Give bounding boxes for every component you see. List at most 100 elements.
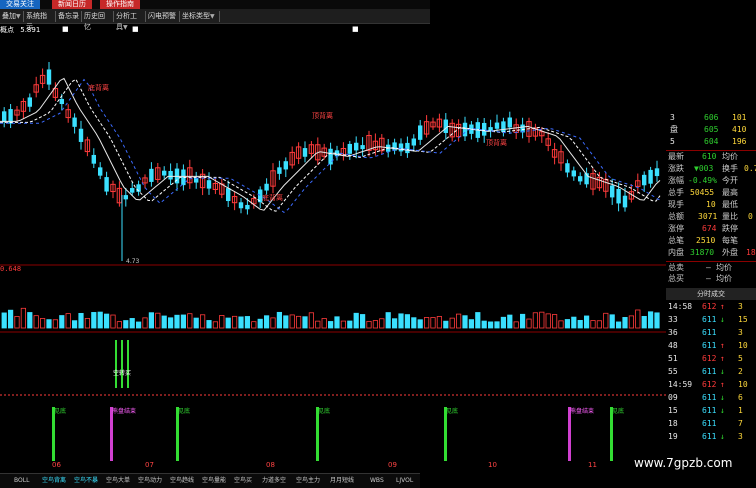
chevron-down-icon: ▼ bbox=[16, 13, 21, 20]
volume-bar bbox=[596, 320, 603, 329]
tick-volume: 7 bbox=[738, 419, 743, 428]
tick-time: 51 bbox=[668, 354, 678, 363]
volume-bar bbox=[59, 315, 65, 329]
tick-row: 14:58 612 ↑ 3 bbox=[666, 301, 756, 313]
event-label: 见底 bbox=[612, 407, 624, 415]
quote-value: 0.7 bbox=[744, 164, 756, 173]
candle-body bbox=[91, 154, 96, 164]
system-hint-button[interactable]: 系统指示 bbox=[24, 11, 56, 31]
overlay-name: 概点 bbox=[0, 26, 14, 34]
volume-bar bbox=[391, 318, 398, 329]
signal-bar bbox=[115, 340, 117, 388]
candle-body bbox=[411, 138, 416, 146]
volume-bar bbox=[212, 321, 218, 329]
tick-time: 09 bbox=[668, 393, 678, 402]
candle-body bbox=[226, 188, 231, 202]
candle-body bbox=[206, 180, 212, 189]
candle-body bbox=[72, 117, 77, 127]
tab-watchlist[interactable]: 交易关注 bbox=[0, 0, 40, 9]
quote-key: 涨停 bbox=[668, 224, 684, 233]
memo-button[interactable]: 备忘录 bbox=[56, 11, 82, 22]
volume-bar bbox=[455, 313, 462, 329]
quote-key: 最高 bbox=[722, 188, 738, 197]
volume-bar bbox=[52, 319, 59, 329]
order-level: 5 bbox=[670, 137, 675, 146]
tab-indicator[interactable]: 空鸟主力 bbox=[296, 476, 320, 486]
volume-bar bbox=[193, 317, 199, 329]
volume-bar bbox=[359, 314, 366, 329]
event-bar bbox=[316, 407, 319, 461]
volume-bar bbox=[142, 317, 148, 329]
indicator-tab-bar: BOLL 空鸟背离 空鸟不暴 空鸟大单 空鸟动力 空鸟趋线 空鸟量能 空鸟买 力… bbox=[0, 473, 420, 488]
date-label: 10 bbox=[488, 461, 497, 469]
tick-time: 15 bbox=[668, 406, 678, 415]
tab-indicator[interactable]: 月月短线 bbox=[330, 476, 354, 486]
tab-indicator[interactable]: 空鸟买 bbox=[234, 476, 252, 486]
tick-row: 18 611 7 bbox=[666, 418, 756, 430]
signal-bar bbox=[127, 340, 129, 388]
candle-body bbox=[501, 121, 506, 133]
tab-indicator[interactable]: 空鸟不暴 bbox=[74, 476, 98, 486]
tab-indicator[interactable]: LJVOL bbox=[396, 476, 413, 486]
analysis-tools-button[interactable]: 分析工具▼ bbox=[114, 11, 146, 31]
quote-key: 总笔 bbox=[668, 236, 684, 245]
volume-bar bbox=[135, 321, 142, 329]
order-level: 3 bbox=[670, 113, 675, 122]
main-chart[interactable]: 顶背离底背离顶背离底背离4.73 0.648 空转买 见底 熊盘结束 见底 见底 见底熊… bbox=[0, 35, 666, 473]
candle-body bbox=[616, 188, 621, 204]
tick-price: 611 bbox=[702, 367, 717, 376]
volume-bar bbox=[462, 315, 468, 329]
volume-bar bbox=[487, 321, 494, 329]
volume-bar bbox=[436, 316, 443, 329]
volume-bar bbox=[238, 316, 244, 329]
tick-list[interactable]: 分时成交 14:58 612 ↑ 3 33 611 ↓ 15 36 611 3 48 611 ↑ 10… bbox=[666, 288, 756, 458]
tab-indicator[interactable]: 空鸟趋线 bbox=[170, 476, 194, 486]
coord-type-button[interactable]: 坐标类型▼ bbox=[180, 11, 220, 22]
quote-value: ▼003 bbox=[694, 164, 714, 173]
event-label: 熊盘结束 bbox=[112, 407, 136, 415]
volume-bar bbox=[161, 315, 167, 329]
volume-bar bbox=[244, 316, 250, 329]
volume-bar bbox=[545, 313, 551, 329]
chart-annotation: 底背离 bbox=[262, 193, 283, 202]
candle-body bbox=[482, 122, 487, 136]
toolbar: 叠加▼ 系统指示 备忘录 历史回忆 分析工具▼ 闪电预警 坐标类型▼ bbox=[0, 9, 430, 31]
volume-bar bbox=[72, 320, 78, 329]
order-book: 3 606 101 盘 605 410 5 604 196 bbox=[666, 112, 756, 152]
volume-bar bbox=[206, 320, 212, 329]
tab-boll[interactable]: BOLL bbox=[14, 476, 29, 486]
volume-bar bbox=[110, 314, 116, 329]
chart-annotation: 底背离 bbox=[88, 83, 109, 92]
event-label: 见底 bbox=[54, 407, 66, 415]
tab-indicator[interactable]: 空鸟量能 bbox=[202, 476, 226, 486]
quote-value: 3071 bbox=[698, 212, 718, 221]
volume-bar bbox=[532, 312, 539, 329]
volume-bar bbox=[289, 314, 295, 329]
quote-key: 外盘 bbox=[722, 248, 738, 257]
date-label: 08 bbox=[266, 461, 275, 469]
quote-key: 涨幅 bbox=[668, 176, 684, 185]
tab-indicator[interactable]: 空鸟大单 bbox=[106, 476, 130, 486]
volume-bar bbox=[347, 320, 353, 329]
volume-bar bbox=[33, 315, 39, 329]
tab-indicator[interactable]: 空鸟背离 bbox=[42, 476, 66, 486]
order-price: 605 bbox=[704, 125, 719, 134]
tick-price: 612 bbox=[702, 302, 717, 311]
volume-bar bbox=[539, 311, 545, 329]
tick-volume: 2 bbox=[738, 367, 743, 376]
volume-bar bbox=[507, 314, 513, 329]
tab-indicator[interactable]: 力道多空 bbox=[262, 476, 286, 486]
flash-alert-button[interactable]: 闪电预警 bbox=[146, 11, 180, 22]
tab-indicator[interactable]: WBS bbox=[370, 476, 384, 486]
quote-key: 总手 bbox=[668, 188, 684, 197]
tab-indicator[interactable]: 空鸟动力 bbox=[138, 476, 162, 486]
tab-news-calendar[interactable]: 新闻日历 bbox=[52, 0, 92, 9]
tick-row: 51 612 ↑ 5 bbox=[666, 353, 756, 365]
volume-bar bbox=[302, 316, 308, 329]
history-button[interactable]: 历史回忆 bbox=[82, 11, 114, 31]
overlay-button[interactable]: 叠加▼ bbox=[0, 11, 24, 22]
candle-body bbox=[354, 142, 359, 151]
event-bar bbox=[610, 407, 613, 461]
tab-guide[interactable]: 操作指南 bbox=[100, 0, 140, 9]
candle-body bbox=[149, 168, 154, 182]
